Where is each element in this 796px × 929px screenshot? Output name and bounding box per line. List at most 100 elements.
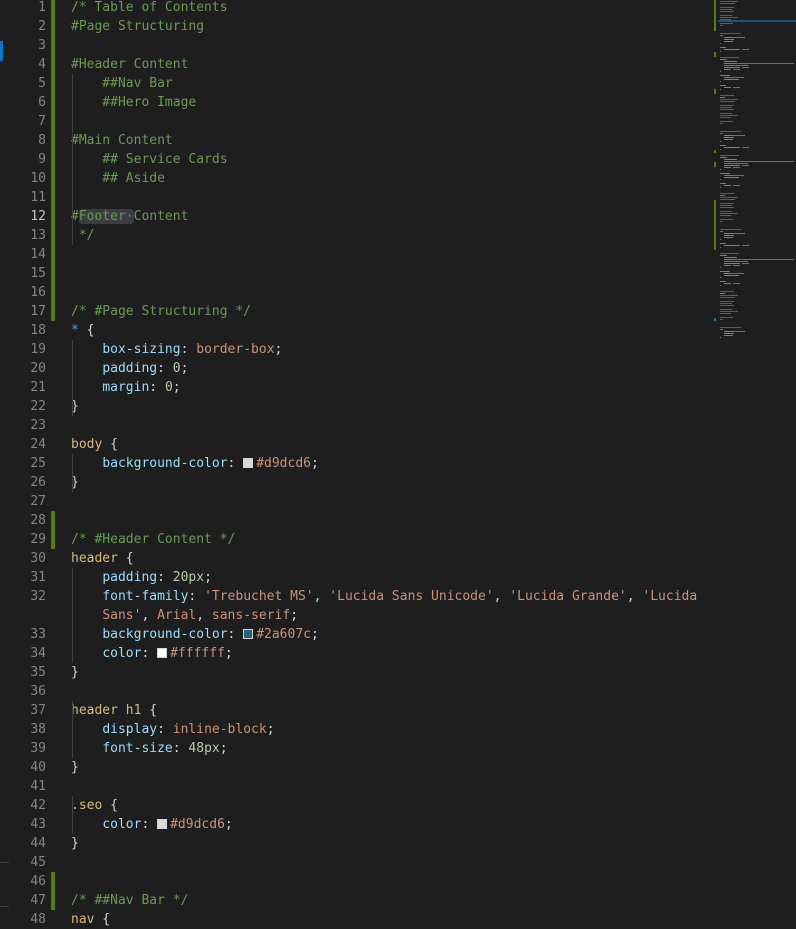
code-line[interactable]: 19 box-sizing: border-box; <box>0 340 706 359</box>
code-line[interactable]: 23 <box>0 416 706 435</box>
diff-added-marker[interactable] <box>51 264 55 283</box>
minimap[interactable] <box>706 0 796 926</box>
code-line[interactable]: 29 /* #Header Content */ <box>0 530 706 549</box>
diff-added-marker[interactable] <box>51 93 55 112</box>
diff-added-marker[interactable] <box>51 36 55 55</box>
code-line[interactable]: 32 font-family: 'Trebuchet MS', 'Lucida … <box>0 587 706 606</box>
diff-added-marker[interactable] <box>51 17 55 36</box>
diff-added-marker[interactable] <box>51 207 55 226</box>
line-number: 25 <box>30 456 46 471</box>
code-line[interactable]: 11 <box>0 188 706 207</box>
code-text: */ <box>71 226 95 245</box>
diff-added-marker[interactable] <box>51 0 55 17</box>
code-text: #Header Content <box>71 55 188 74</box>
minimap-token <box>744 37 745 38</box>
diff-added-marker[interactable] <box>51 55 55 74</box>
code-line[interactable]: 16 <box>0 283 706 302</box>
code-line[interactable]: 47 /* ##Nav Bar */ <box>0 891 706 910</box>
code-text: font-family: 'Trebuchet MS', 'Lucida San… <box>71 587 697 606</box>
code-line[interactable]: 14 <box>0 245 706 264</box>
code-line[interactable]: 46 <box>0 872 706 891</box>
token: : <box>227 627 244 642</box>
code-line[interactable]: 26} <box>0 473 706 492</box>
minimap-token <box>724 177 732 178</box>
code-line[interactable]: 30 header { <box>0 549 706 568</box>
minimap-token <box>723 195 725 196</box>
token: font-family <box>102 589 189 604</box>
code-line[interactable]: 12 #Footer·Content <box>0 207 706 226</box>
token: : <box>157 361 173 376</box>
code-line[interactable]: 9 ## Service Cards <box>0 150 706 169</box>
diff-added-marker[interactable] <box>51 872 55 891</box>
code-text: background-color: #d9dcd6; <box>71 454 319 473</box>
code-line[interactable]: 24 body { <box>0 435 706 454</box>
diff-added-marker[interactable] <box>51 131 55 150</box>
code-line[interactable]: 22} <box>0 397 706 416</box>
code-line[interactable]: 17 /* #Page Structuring */ <box>0 302 706 321</box>
diff-added-marker[interactable] <box>51 74 55 93</box>
code-line[interactable]: 42 .seo { <box>0 796 706 815</box>
code-line[interactable]: 33 background-color: #2a607c; <box>0 625 706 644</box>
token: ; <box>274 342 283 357</box>
minimap-token <box>720 101 735 102</box>
code-line[interactable]: 44} <box>0 834 706 853</box>
indent-guide <box>72 454 73 492</box>
indent-guide <box>72 74 73 245</box>
code-text: box-sizing: border-box; <box>71 340 282 359</box>
diff-added-marker[interactable] <box>51 530 55 549</box>
code-line[interactable]: 21 margin: 0; <box>0 378 706 397</box>
code-line[interactable]: 39 font-size: 48px; <box>0 739 706 758</box>
code-line[interactable]: 6 ##Hero Image <box>0 93 706 112</box>
color-swatch[interactable] <box>157 819 168 829</box>
code-line[interactable]: 10 ## Aside <box>0 169 706 188</box>
activity-indicator <box>0 41 3 61</box>
diff-added-marker[interactable] <box>51 112 55 131</box>
code-line[interactable]: Sans', Arial, sans-serif; <box>0 606 706 625</box>
diff-added-marker[interactable] <box>51 226 55 245</box>
code-line[interactable]: 13 */ <box>0 226 706 245</box>
diff-added-marker[interactable] <box>51 511 55 530</box>
code-line[interactable]: 27 <box>0 492 706 511</box>
code-line[interactable]: 8 #Main Content <box>0 131 706 150</box>
code-line[interactable]: 25 background-color: #d9dcd6; <box>0 454 706 473</box>
code-line[interactable]: 48 nav { <box>0 910 706 929</box>
token: #Main Content <box>71 133 173 148</box>
code-line[interactable]: 40} <box>0 758 706 777</box>
code-line[interactable]: 45 <box>0 853 706 872</box>
code-line[interactable]: 34 color: #ffffff; <box>0 644 706 663</box>
code-line[interactable]: 15 <box>0 264 706 283</box>
diff-added-marker[interactable] <box>51 150 55 169</box>
code-line[interactable]: 38 display: inline-block; <box>0 720 706 739</box>
diff-added-marker[interactable] <box>51 169 55 188</box>
diff-added-marker[interactable] <box>51 302 55 321</box>
code-line[interactable]: 7 <box>0 112 706 131</box>
code-line[interactable]: 2 #Page Structuring <box>0 17 706 36</box>
code-line[interactable]: 1 /* Table of Contents <box>0 0 706 17</box>
code-editor[interactable]: 1 /* Table of Contents 2 #Page Structuring 3… <box>0 0 706 929</box>
code-line[interactable]: 43 color: #d9dcd6; <box>0 815 706 834</box>
minimap-token <box>728 271 730 272</box>
diff-added-marker[interactable] <box>51 891 55 910</box>
minimap-token <box>732 273 743 274</box>
color-swatch[interactable] <box>243 629 254 639</box>
code-line[interactable]: 31 padding: 20px; <box>0 568 706 587</box>
code-line[interactable]: 5 ##Nav Bar <box>0 74 706 93</box>
color-swatch[interactable] <box>243 458 254 468</box>
minimap-token <box>732 175 743 176</box>
line-number: 3 <box>38 38 46 53</box>
diff-added-marker[interactable] <box>51 188 55 207</box>
code-line[interactable]: 3 <box>0 36 706 55</box>
code-line[interactable]: 41 <box>0 777 706 796</box>
token: * <box>71 323 79 338</box>
code-line[interactable]: 28 <box>0 511 706 530</box>
diff-added-marker[interactable] <box>51 245 55 264</box>
code-line[interactable]: 18 * { <box>0 321 706 340</box>
code-line[interactable]: 4 #Header Content <box>0 55 706 74</box>
code-line[interactable]: 36 <box>0 682 706 701</box>
color-swatch[interactable] <box>157 648 168 658</box>
diff-added-marker[interactable] <box>51 283 55 302</box>
minimap-token <box>748 245 749 246</box>
code-line[interactable]: 37 header h1 { <box>0 701 706 720</box>
code-line[interactable]: 35} <box>0 663 706 682</box>
code-line[interactable]: 20 padding: 0; <box>0 359 706 378</box>
